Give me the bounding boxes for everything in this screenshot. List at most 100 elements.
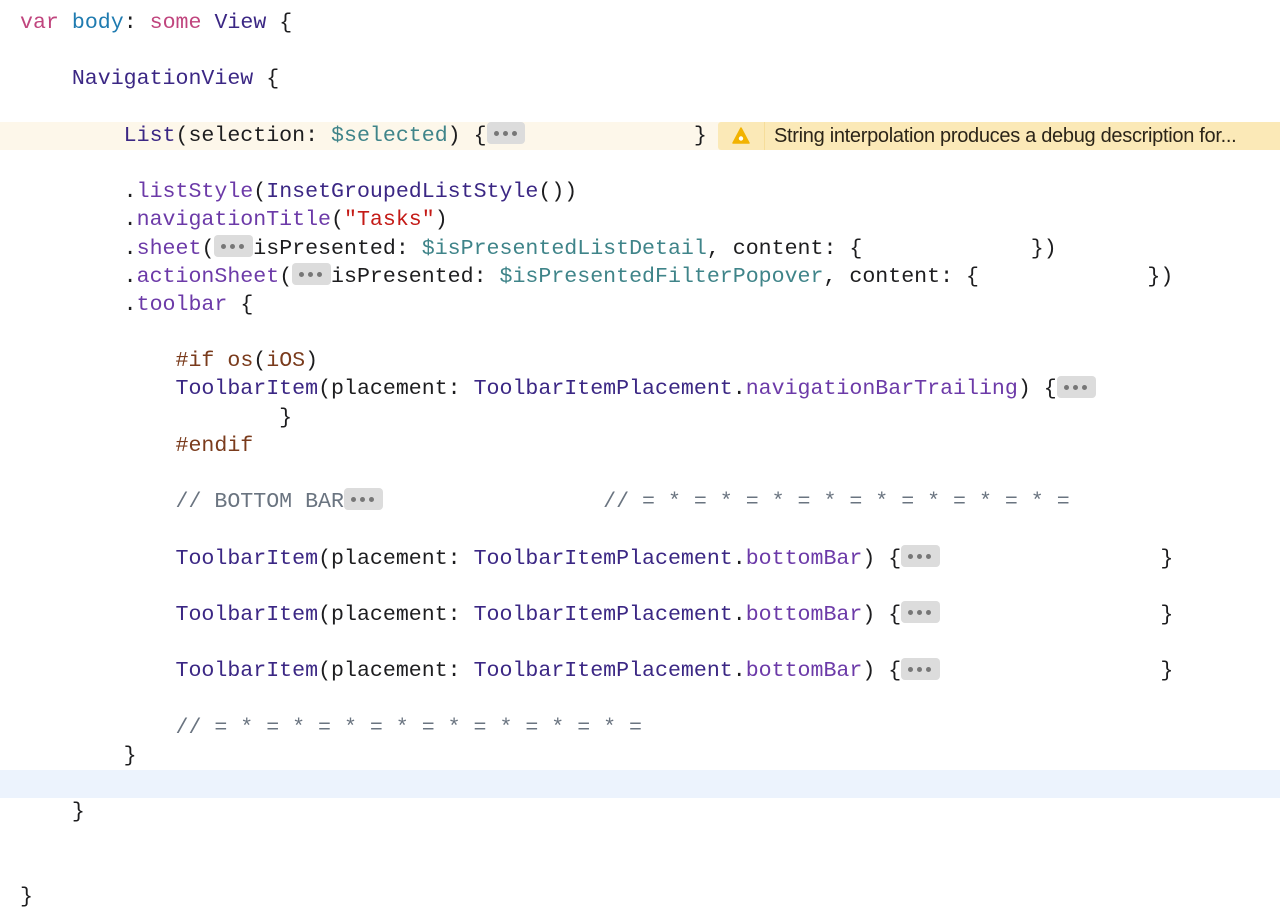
code-token: bottomBar [745, 546, 863, 571]
code-token: . [20, 236, 137, 261]
code-token: NavigationView [71, 67, 254, 92]
code-line[interactable]: .sheet(isPresented: $isPresentedListDeta… [0, 234, 1280, 263]
code-line[interactable]: ToolbarItem(placement: ToolbarItemPlacem… [0, 375, 1280, 403]
code-token: actionSheet [136, 264, 280, 289]
code-token: . [20, 264, 137, 289]
code-line[interactable]: .actionSheet( isPresented: $isPresentedFi… [0, 262, 1280, 291]
code-token: body [71, 11, 124, 35]
code-line[interactable]: // BOTTOM BAR // = * = * = * = * = * = *… [0, 488, 1280, 516]
code-token: . [732, 659, 746, 684]
code-line[interactable]: .listStyle(InsetGroupedListStyle()) [0, 178, 1280, 206]
code-token: #if [175, 349, 215, 374]
code-token: , content: { }) [706, 236, 1057, 261]
code-line[interactable] [0, 94, 1280, 122]
code-line[interactable] [0, 770, 1280, 799]
code-line[interactable]: List(selection: $selected) { } String int… [0, 121, 1280, 150]
code-token: ) { [862, 659, 902, 684]
code-token: ToolbarItem [175, 659, 319, 684]
code-line[interactable]: .toolbar { [0, 291, 1280, 319]
code-line[interactable] [0, 573, 1280, 601]
code-line[interactable] [0, 516, 1280, 544]
code-token: . [732, 546, 746, 571]
code-fold-ellipsis-button[interactable] [343, 488, 383, 511]
code-token: ToolbarItem [175, 377, 319, 402]
code-token: var [20, 11, 59, 35]
code-fold-ellipsis-button[interactable] [292, 262, 332, 285]
code-token: ToolbarItem [175, 602, 319, 627]
code-token: // = * = * = * = * = * = * = * = * = [603, 490, 1070, 515]
code-fold-ellipsis-button[interactable] [486, 122, 526, 145]
code-line[interactable] [0, 826, 1280, 854]
code-editor[interactable]: var body: some View { NavigationView { L… [0, 9, 1280, 911]
code-token: ()) [538, 180, 578, 205]
code-token: . [732, 377, 746, 402]
code-fold-ellipsis-button[interactable] [901, 657, 941, 680]
code-token: } [20, 800, 85, 825]
code-line[interactable]: ToolbarItem(placement: ToolbarItemPlacem… [0, 544, 1280, 573]
code-line[interactable] [0, 855, 1280, 883]
code-token: some [149, 11, 202, 35]
code-line[interactable]: #endif [0, 432, 1280, 460]
code-token: (placement: [318, 602, 474, 627]
code-token: $selected [331, 123, 448, 148]
code-token: ToolbarItem [175, 546, 319, 571]
code-line[interactable]: var body: some View { [0, 9, 1280, 37]
code-fold-ellipsis-button[interactable] [1056, 375, 1096, 398]
code-token: (placement: [318, 546, 474, 571]
warning-banner[interactable]: String interpolation produces a debug de… [718, 121, 1280, 150]
code-line[interactable] [0, 629, 1280, 657]
warning-message: String interpolation produces a debug de… [774, 124, 1237, 147]
code-line[interactable]: } [0, 742, 1280, 770]
code-token: toolbar [136, 292, 228, 317]
code-fold-ellipsis-button[interactable] [901, 601, 941, 624]
code-token: isPresented: [331, 264, 500, 289]
code-line[interactable]: } [0, 798, 1280, 826]
code-line[interactable] [0, 37, 1280, 65]
code-line[interactable] [0, 150, 1280, 178]
code-token: (selection: [175, 123, 332, 148]
code-token: iOS [266, 349, 306, 374]
code-token: List [123, 123, 176, 148]
code-fold-ellipsis-button[interactable] [901, 544, 941, 567]
code-line[interactable]: // = * = * = * = * = * = * = * = * = [0, 714, 1280, 742]
code-token: } [940, 659, 1174, 684]
code-token: , content: { }) [823, 264, 1174, 289]
code-line[interactable]: .navigationTitle("Tasks") [0, 206, 1280, 234]
code-line[interactable]: NavigationView { [0, 65, 1280, 93]
code-line[interactable]: } [0, 404, 1280, 432]
code-token: $isPresentedFilterPopover [499, 264, 824, 289]
code-token: (placement: [318, 377, 474, 402]
code-token: #endif [175, 433, 254, 458]
code-token: View [214, 11, 267, 35]
code-fold-ellipsis-button[interactable] [214, 234, 254, 257]
code-token: ToolbarItemPlacement [473, 659, 733, 684]
code-line[interactable]: ToolbarItem(placement: ToolbarItemPlacem… [0, 601, 1280, 629]
code-token: ( [253, 180, 267, 205]
code-token: . [20, 292, 137, 317]
code-token: "Tasks" [344, 208, 435, 233]
code-token: ToolbarItemPlacement [473, 377, 733, 402]
code-line[interactable] [0, 686, 1280, 714]
code-line[interactable] [0, 460, 1280, 488]
code-line[interactable]: #if os(iOS) [0, 347, 1280, 375]
code-token: ( [279, 264, 293, 289]
code-token: { [266, 11, 293, 35]
code-token: { [253, 67, 280, 92]
code-token: ( [331, 208, 344, 233]
code-token: navigationTitle [136, 208, 332, 233]
code-line[interactable] [0, 319, 1280, 347]
code-token: os [227, 349, 254, 374]
code-line[interactable]: } [0, 883, 1280, 911]
code-token: . [732, 602, 746, 627]
code-token: . [20, 208, 137, 233]
code-token: ) [434, 208, 448, 233]
code-line[interactable]: ToolbarItem(placement: ToolbarItemPlacem… [0, 657, 1280, 685]
